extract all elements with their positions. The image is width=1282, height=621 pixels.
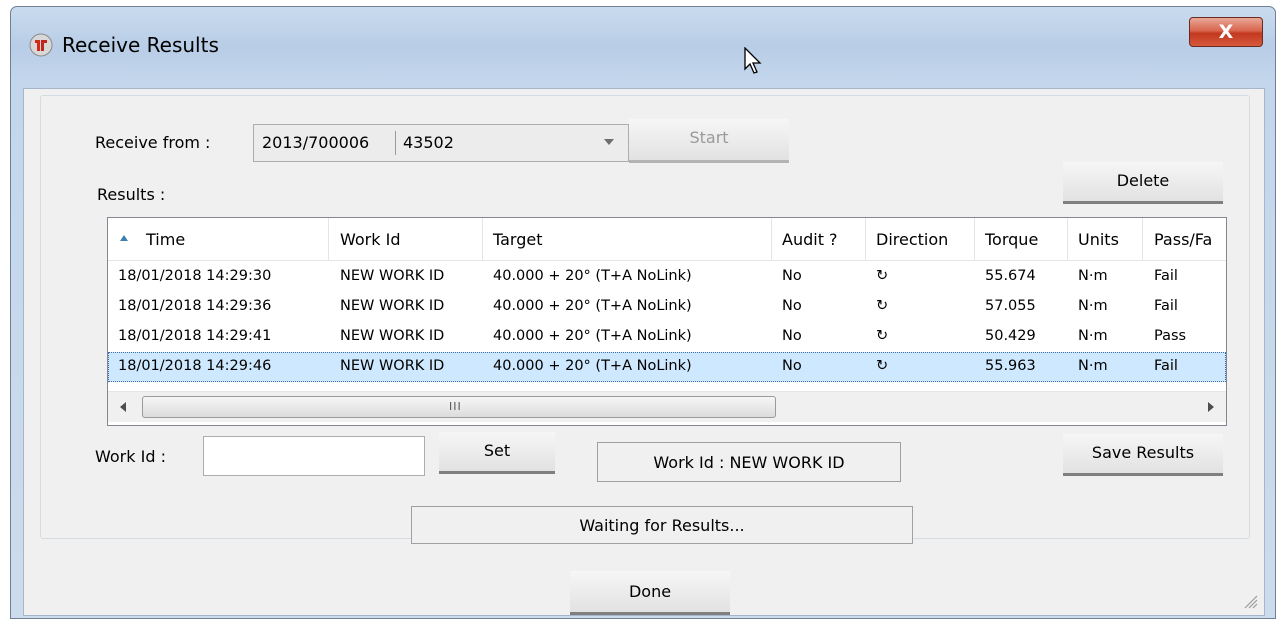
receive-from-label: Receive from : <box>95 133 211 152</box>
table-row[interactable]: 18/01/2018 14:29:41 NEW WORK ID 40.000 +… <box>108 322 1226 352</box>
cell-work-id: NEW WORK ID <box>340 358 445 374</box>
cell-torque: 57.055 <box>985 298 1036 314</box>
column-header-direction[interactable]: Direction <box>866 218 975 260</box>
cell-torque: 55.963 <box>985 358 1036 374</box>
cell-audit: No <box>782 268 802 284</box>
scrollbar-grip: III <box>449 400 462 413</box>
receive-from-combo[interactable]: 2013/700006 43502 <box>253 124 629 162</box>
cell-time: 18/01/2018 14:29:30 <box>118 268 272 284</box>
cell-pass-fail: Pass <box>1154 328 1187 344</box>
close-button[interactable]: X <box>1189 17 1263 47</box>
results-list[interactable]: Time Work Id Target Audit ? Direction To… <box>107 217 1227 426</box>
scroll-right-icon[interactable] <box>1208 402 1214 412</box>
dialog-client-area: Receive from : 2013/700006 43502 Start R… <box>23 88 1265 616</box>
column-header-torque[interactable]: Torque <box>975 218 1068 260</box>
cell-pass-fail: Fail <box>1154 268 1178 284</box>
cell-units: N·m <box>1078 358 1108 374</box>
clockwise-direction-icon: ↻ <box>876 268 889 284</box>
status-text: Waiting for Results... <box>579 516 745 535</box>
clockwise-direction-icon: ↻ <box>876 328 889 344</box>
column-header-target[interactable]: Target <box>483 218 772 260</box>
sort-ascending-icon <box>120 235 128 241</box>
work-id-label: Work Id : <box>95 447 166 466</box>
start-button[interactable]: Start <box>629 119 789 163</box>
cell-work-id: NEW WORK ID <box>340 298 445 314</box>
resize-grip-icon[interactable] <box>1244 595 1258 609</box>
delete-button[interactable]: Delete <box>1063 162 1223 204</box>
table-row-selected[interactable]: 18/01/2018 14:29:46 NEW WORK ID 40.000 +… <box>108 352 1226 382</box>
cell-units: N·m <box>1078 328 1108 344</box>
set-button-label: Set <box>483 441 511 460</box>
column-header-time[interactable]: Time <box>108 218 329 260</box>
cell-units: N·m <box>1078 268 1108 284</box>
combo-id-text: 43502 <box>403 133 454 152</box>
clockwise-direction-icon: ↻ <box>876 358 889 374</box>
cell-audit: No <box>782 358 802 374</box>
cell-work-id: NEW WORK ID <box>340 268 445 284</box>
combo-serial-text: 2013/700006 <box>262 133 370 152</box>
cell-pass-fail: Fail <box>1154 358 1178 374</box>
cell-audit: No <box>782 328 802 344</box>
cell-units: N·m <box>1078 298 1108 314</box>
cell-target: 40.000 + 20° (T+A NoLink) <box>493 268 692 284</box>
mouse-pointer-icon <box>744 47 762 74</box>
set-button[interactable]: Set <box>439 432 555 474</box>
receive-group: Receive from : 2013/700006 43502 Start R… <box>40 95 1250 544</box>
column-header-audit[interactable]: Audit ? <box>772 218 866 260</box>
cell-audit: No <box>782 298 802 314</box>
close-icon: X <box>1218 21 1234 43</box>
start-button-label: Start <box>689 128 729 147</box>
cell-target: 40.000 + 20° (T+A NoLink) <box>493 298 692 314</box>
results-list-header: Time Work Id Target Audit ? Direction To… <box>108 218 1226 261</box>
cell-time: 18/01/2018 14:29:36 <box>118 298 272 314</box>
save-results-button-label: Save Results <box>1091 443 1195 462</box>
column-header-pass-fail[interactable]: Pass/Fa <box>1143 218 1226 260</box>
cell-time: 18/01/2018 14:29:41 <box>118 328 272 344</box>
cell-pass-fail: Fail <box>1154 298 1178 314</box>
scrollbar-thumb[interactable]: III <box>142 396 776 418</box>
table-row[interactable]: 18/01/2018 14:29:30 NEW WORK ID 40.000 +… <box>108 262 1226 292</box>
done-button[interactable]: Done <box>570 571 730 615</box>
clockwise-direction-icon: ↻ <box>876 298 889 314</box>
title-bar[interactable]: Receive Results X <box>11 7 1275 83</box>
delete-button-label: Delete <box>1116 171 1170 190</box>
cell-target: 40.000 + 20° (T+A NoLink) <box>493 328 692 344</box>
current-work-id-display: Work Id : NEW WORK ID <box>597 442 901 482</box>
save-results-button[interactable]: Save Results <box>1063 434 1223 476</box>
scroll-left-icon[interactable] <box>120 402 126 412</box>
cell-torque: 50.429 <box>985 328 1036 344</box>
cell-torque: 55.674 <box>985 268 1036 284</box>
status-panel: Waiting for Results... <box>411 506 913 544</box>
cell-work-id: NEW WORK ID <box>340 328 445 344</box>
receive-results-app-icon <box>29 33 53 57</box>
column-header-units[interactable]: Units <box>1068 218 1143 260</box>
cell-time: 18/01/2018 14:29:46 <box>118 358 272 374</box>
results-label: Results : <box>97 185 166 204</box>
chevron-down-icon[interactable] <box>604 139 614 145</box>
work-id-input[interactable] <box>203 436 425 476</box>
table-row[interactable]: 18/01/2018 14:29:36 NEW WORK ID 40.000 +… <box>108 292 1226 322</box>
horizontal-scrollbar[interactable]: III <box>108 391 1226 422</box>
combo-separator <box>395 131 396 155</box>
column-header-work-id[interactable]: Work Id <box>329 218 483 260</box>
window-title: Receive Results <box>62 33 219 57</box>
cell-target: 40.000 + 20° (T+A NoLink) <box>493 358 692 374</box>
receive-results-window: Receive Results X Receive from : 2013/70… <box>10 6 1276 619</box>
done-button-label: Done <box>628 582 672 601</box>
